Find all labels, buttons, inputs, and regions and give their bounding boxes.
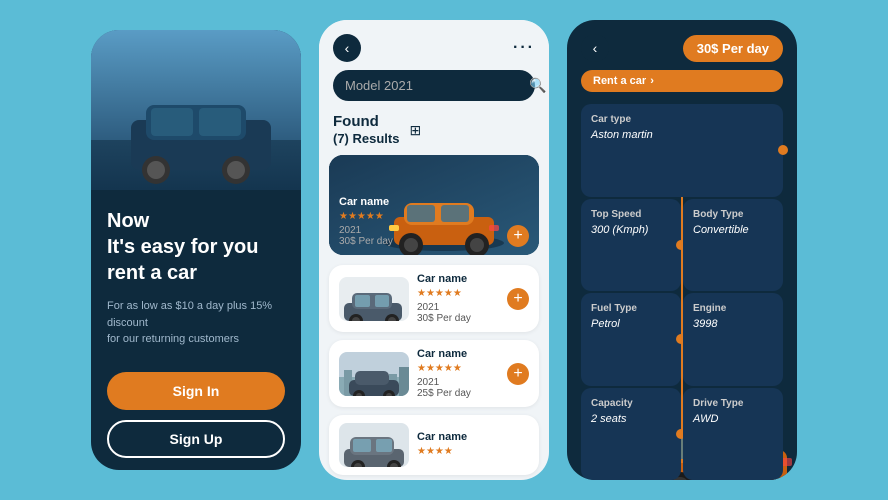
screen1-onboarding: Now It's easy for you rent a car For as …: [91, 30, 301, 470]
spec-drive-type-value: AWD: [693, 413, 773, 425]
spec-body-type-value: Convertible: [693, 224, 773, 236]
results-count: Found(7) Results: [333, 113, 399, 147]
screen1-buttons: Sign In Sign Up: [107, 372, 285, 458]
car-4-stars: ★★★★: [417, 446, 529, 457]
car-3-price: 25$ Per day: [417, 388, 507, 399]
screen3-detail: ‹ 30$ Per day Rent a car › Car type Asto…: [567, 20, 797, 480]
signup-button[interactable]: Sign Up: [107, 420, 285, 458]
rent-button[interactable]: Rent a car ›: [581, 70, 783, 92]
signin-button[interactable]: Sign In: [107, 372, 285, 410]
timeline-dot-1: [778, 145, 788, 155]
sedan-car-icon: [339, 277, 409, 321]
price-badge: 30$ Per day: [683, 35, 783, 62]
search-bar[interactable]: 🔍: [333, 70, 535, 101]
spec-top-speed: Top Speed 300 (Kmph): [581, 199, 681, 292]
car-hero-icon: [91, 30, 301, 190]
car-card-3: Car name ★★★★★ 2021 25$ Per day +: [329, 340, 539, 407]
car-2-add-button[interactable]: +: [507, 288, 529, 310]
car-card-4: Car name ★★★★: [329, 415, 539, 475]
search-icon: 🔍: [529, 77, 546, 94]
spec-drive-type: Drive Type AWD: [683, 388, 783, 481]
spec-fuel-type-label: Fuel Type: [591, 303, 671, 314]
car-2-year: 2021: [417, 302, 507, 313]
spec-engine-label: Engine: [693, 303, 773, 314]
screen3-back-button[interactable]: ‹: [581, 34, 609, 62]
car-3-stars: ★★★★★: [417, 363, 507, 374]
car-card-4-info: Car name ★★★★: [417, 431, 529, 460]
featured-add-button[interactable]: +: [507, 225, 529, 247]
suv-icon: [339, 423, 409, 467]
spec-fuel-type-value: Petrol: [591, 318, 671, 330]
screen1-content: Now It's easy for you rent a car For as …: [91, 190, 301, 470]
rent-button-label: Rent a car: [593, 75, 646, 87]
screen1-title: Now It's easy for you rent a car: [107, 208, 285, 286]
spec-car-type-label: Car type: [591, 114, 773, 125]
rent-chevron-icon: ›: [650, 75, 654, 87]
back-button[interactable]: ‹: [333, 34, 361, 62]
car-2-stars: ★★★★★: [417, 288, 507, 299]
spec-capacity: Capacity 2 seats: [581, 388, 681, 481]
car-card-2-image: [339, 277, 409, 321]
dots-menu-button[interactable]: ···: [513, 39, 535, 57]
screen1-subtitle: For as low as $10 a day plus 15% discoun…: [107, 298, 285, 348]
car-4-name: Car name: [417, 431, 529, 443]
featured-car-stars: ★★★★★: [339, 211, 393, 222]
results-header: Found(7) Results ⊞: [319, 109, 549, 155]
spec-body-type: Body Type Convertible: [683, 199, 783, 292]
car-card-3-image: [339, 352, 409, 396]
car-2-price: 30$ Per day: [417, 313, 507, 324]
car-card-4-image: [339, 423, 409, 467]
car-card-2: Car name ★★★★★ 2021 30$ Per day +: [329, 265, 539, 332]
car-card-3-info: Car name ★★★★★ 2021 25$ Per day: [417, 348, 507, 399]
screen2-search: ‹ ··· 🔍 Found(7) Results ⊞: [319, 20, 549, 480]
screen3-header: ‹ 30$ Per day: [567, 20, 797, 70]
featured-car-year: 2021: [339, 225, 393, 236]
car-3-name: Car name: [417, 348, 507, 360]
spec-engine: Engine 3998: [683, 293, 783, 386]
featured-car-card: Car name ★★★★★ 2021 30$ Per day +: [329, 155, 539, 255]
hero-image: [91, 30, 301, 190]
car-list: Car name ★★★★★ 2021 30$ Per day +: [319, 155, 549, 480]
spec-fuel-type: Fuel Type Petrol: [581, 293, 681, 386]
featured-car-price: 30$ Per day: [339, 236, 393, 247]
spec-body-type-label: Body Type: [693, 209, 773, 220]
search-input[interactable]: [345, 78, 521, 93]
spec-drive-type-label: Drive Type: [693, 398, 773, 409]
spec-capacity-label: Capacity: [591, 398, 671, 409]
spec-top-speed-label: Top Speed: [591, 209, 671, 220]
screen2-header: ‹ ···: [319, 20, 549, 70]
spec-car-type: Car type Aston martin: [581, 104, 783, 197]
car-2-name: Car name: [417, 273, 507, 285]
filter-icon[interactable]: ⊞: [409, 122, 421, 139]
car-3-add-button[interactable]: +: [507, 363, 529, 385]
spec-top-speed-value: 300 (Kmph): [591, 224, 671, 236]
spec-capacity-value: 2 seats: [591, 413, 671, 425]
spec-car-type-value: Aston martin: [591, 129, 773, 141]
car-3-year: 2021: [417, 377, 507, 388]
featured-car-info: Car name ★★★★★ 2021 30$ Per day: [339, 196, 393, 247]
featured-car-name: Car name: [339, 196, 393, 208]
city-car-icon: [339, 352, 409, 396]
car-card-2-info: Car name ★★★★★ 2021 30$ Per day: [417, 273, 507, 324]
spec-engine-value: 3998: [693, 318, 773, 330]
